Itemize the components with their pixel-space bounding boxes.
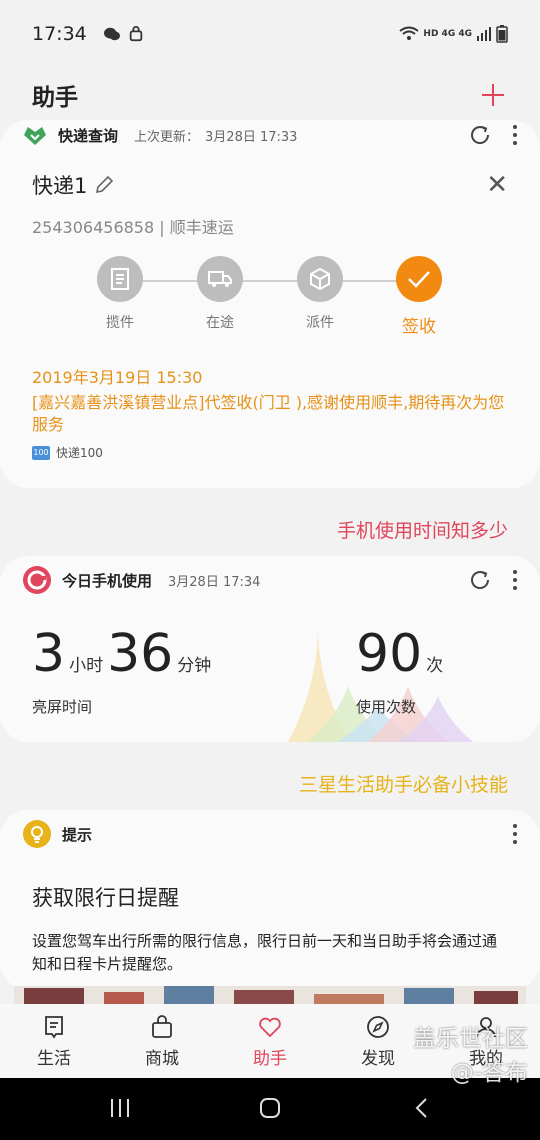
- life-icon: [45, 1015, 63, 1039]
- more-options-icon[interactable]: [512, 570, 518, 590]
- tip-card-title: 提示: [62, 825, 93, 844]
- wifi-icon: [399, 26, 420, 40]
- usage-count-value: 90 次: [356, 624, 447, 684]
- express-message: [嘉兴嘉善洪溪镇营业点]代签收(门卫 ),感谢使用顺丰,期待再次为您服务: [32, 393, 505, 434]
- signal-icon: [477, 27, 491, 41]
- tracking-number: 254306456858 | 顺丰速运: [32, 218, 234, 237]
- express-source-label: 快递100: [56, 446, 103, 460]
- step-label: 揽件: [106, 315, 134, 331]
- nav-label: 助手: [253, 1048, 287, 1069]
- usage-count-label: 使用次数: [356, 698, 417, 716]
- screen-time-label: 亮屏时间: [32, 698, 93, 716]
- last-update-label: 上次更新：: [134, 129, 200, 145]
- usage-card-time: 3月28日 17:34: [168, 574, 261, 590]
- tip-card: 提示 获取限行日提醒 设置您驾车出行所需的限行信息，限行日前一天和当日助手将会通…: [0, 810, 540, 990]
- step-label: 在途: [206, 315, 234, 331]
- step-dispatch: 派件: [280, 256, 360, 332]
- app-header: 助手: [0, 70, 540, 120]
- wechat-icon: [103, 27, 120, 41]
- delivery-steps: 揽件 在途 派件 签收: [0, 256, 540, 356]
- express-source: 100 快递100: [0, 444, 540, 461]
- tips-link[interactable]: 三星生活助手必备小技能: [299, 770, 508, 797]
- steps-line: [120, 280, 420, 282]
- nav-item-life[interactable]: 生活: [0, 1004, 108, 1078]
- more-options-icon[interactable]: [512, 125, 518, 145]
- shop-icon: [152, 1014, 172, 1038]
- status-bar: 17:34 HD 4G 4G: [0, 0, 540, 68]
- nav-item-shop[interactable]: 商城: [108, 1004, 216, 1078]
- back-icon[interactable]: [412, 1096, 432, 1120]
- minutes-unit: 分钟: [177, 656, 212, 676]
- recent-apps-icon[interactable]: [108, 1097, 132, 1119]
- minutes-value: 36: [107, 624, 174, 684]
- page-title: 助手: [32, 85, 78, 111]
- step-pickup: 揽件: [80, 256, 160, 332]
- check-icon: [396, 256, 442, 302]
- count-unit: 次: [426, 656, 444, 676]
- tip-heading: 获取限行日提醒: [32, 886, 179, 910]
- tip-card-top: 提示: [0, 810, 540, 858]
- usage-time-link[interactable]: 手机使用时间知多少: [337, 516, 508, 543]
- add-button[interactable]: [478, 80, 508, 110]
- status-time: 17:34: [32, 23, 87, 45]
- usage-logo-icon: [23, 566, 51, 594]
- refresh-icon[interactable]: [468, 568, 492, 592]
- step-transit: 在途: [180, 256, 260, 332]
- city-illustration: [14, 986, 526, 1006]
- express-card-top: 快递查询 上次更新： 3月28日 17:33: [0, 120, 540, 150]
- refresh-icon[interactable]: [468, 123, 492, 147]
- watermark-line2: @-答布: [450, 1060, 528, 1086]
- phone-usage-card: 今日手机使用 3月28日 17:34 3 小时 36 分钟 亮屏时间 90 次 …: [0, 556, 540, 742]
- more-options-icon[interactable]: [512, 824, 518, 844]
- hours-value: 3: [32, 624, 66, 684]
- screen-time-value: 3 小时 36 分钟: [32, 624, 215, 684]
- express-name: 快递1: [32, 174, 88, 198]
- nav-label: 商城: [145, 1048, 179, 1069]
- network-label: HD 4G 4G: [423, 29, 472, 39]
- compass-icon: [367, 1015, 389, 1038]
- pickup-icon: [97, 256, 143, 302]
- home-icon[interactable]: [258, 1096, 282, 1120]
- tip-body: 设置您驾车出行所需的限行信息，限行日前一天和当日助手将会通过通知和日程卡片提醒您…: [32, 932, 498, 973]
- lightbulb-icon: [23, 820, 51, 848]
- step-signed: 签收: [379, 256, 459, 337]
- nav-label: 发现: [361, 1048, 395, 1069]
- watermark: 盖乐世社区 @-答布: [413, 1022, 528, 1090]
- signal-indicators: HD 4G 4G: [399, 25, 508, 43]
- step-label: 签收: [402, 317, 436, 337]
- nav-item-assistant[interactable]: 助手: [216, 1004, 324, 1078]
- express-card: 快递查询 上次更新： 3月28日 17:33 快递1 ✕ 25430645685…: [0, 120, 540, 488]
- package-icon: [297, 256, 343, 302]
- bag-icon: [129, 26, 142, 42]
- step-label: 派件: [306, 315, 334, 331]
- express-logo-icon: [24, 127, 46, 145]
- express-date: 2019年3月19日 15:30: [32, 368, 203, 387]
- express-head: 快递1 ✕: [0, 170, 540, 200]
- truck-icon: [197, 256, 243, 302]
- usage-card-title: 今日手机使用: [62, 571, 153, 590]
- kuaidi100-logo-icon: 100: [32, 445, 50, 460]
- watermark-line1: 盖乐世社区: [413, 1026, 528, 1052]
- count-value: 90: [356, 624, 423, 684]
- nav-label: 生活: [37, 1048, 71, 1069]
- usage-stats: 3 小时 36 分钟 亮屏时间 90 次 使用次数: [0, 604, 540, 742]
- express-service-title: 快递查询: [58, 126, 119, 145]
- usage-card-top: 今日手机使用 3月28日 17:34: [0, 556, 540, 604]
- last-update-time: 3月28日 17:33: [205, 129, 298, 145]
- battery-icon: [496, 25, 508, 43]
- heart-icon: [259, 1017, 281, 1037]
- edit-pencil-icon[interactable]: [93, 174, 115, 196]
- close-icon[interactable]: ✕: [486, 170, 508, 200]
- hours-unit: 小时: [69, 656, 104, 676]
